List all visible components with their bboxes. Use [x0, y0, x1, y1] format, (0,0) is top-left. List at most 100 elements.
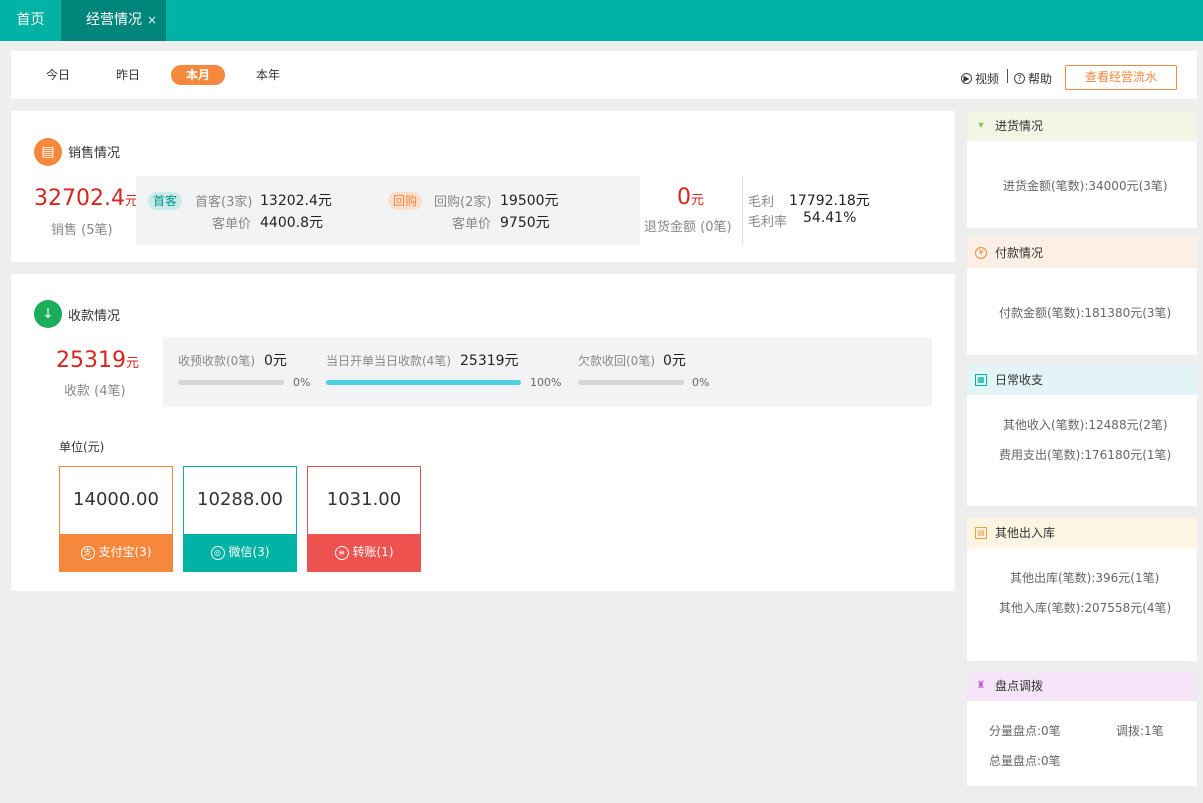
view-business-flow-button[interactable]: 查看经营流水 — [1065, 65, 1177, 90]
wechat-label: 微信(3) — [228, 545, 270, 559]
help-label: 帮助 — [1028, 72, 1053, 86]
cart-icon: ▾ — [978, 120, 984, 131]
repeat-customer-badge: 回购 — [388, 192, 423, 210]
sales-card: ▤ 销售情况 32702.4元 销售 (5笔) 首客 首客(3家) 13202.… — [11, 111, 955, 262]
wechat-box[interactable]: 10288.00 ◎ 微信(3) — [183, 466, 297, 572]
gross-margin-label: 毛利率 — [748, 215, 788, 230]
payment-icon: ¥ — [975, 247, 987, 259]
split-count: 分量盘点:0笔 — [989, 724, 1061, 738]
daily-title: 日常收支 — [995, 373, 1044, 387]
filter-yesterday[interactable]: 昨日 — [111, 65, 145, 85]
alipay-box[interactable]: 14000.00 支支付宝(3) — [59, 466, 173, 572]
tab-home[interactable]: 首页 — [0, 0, 61, 41]
payment-amount: 付款金额(笔数):181380元(3笔) — [999, 306, 1172, 320]
gross-profit-value: 17792.18元 — [789, 193, 870, 209]
collection-title: 收款情况 — [68, 309, 121, 324]
total-count: 总量盘点:0笔 — [989, 754, 1061, 768]
filter-today[interactable]: 今日 — [41, 65, 75, 85]
daily-panel[interactable]: ▦ 日常收支 其他收入(笔数):12488元(2笔) 费用支出(笔数):1761… — [967, 365, 1197, 506]
prepaid-label: 收预收款(0笔) — [178, 354, 255, 368]
purchase-amount: 进货金额(笔数):34000元(3笔) — [1003, 179, 1168, 193]
debt-recovery-percent: 0% — [692, 376, 710, 389]
collection-icon: ↓ — [34, 300, 62, 328]
refund-amount: 0元 — [677, 185, 704, 210]
sales-count-label: 销售 (5笔) — [51, 223, 113, 238]
same-day-value: 25319元 — [460, 353, 519, 369]
inventory-panel[interactable]: ♜ 盘点调拨 分量盘点:0笔 调拨:1笔 总量盘点:0笔 — [967, 671, 1197, 786]
gross-profit-label: 毛利 — [748, 195, 775, 210]
alipay-footer: 支支付宝(3) — [60, 534, 172, 571]
prepaid-progress-bar — [178, 380, 284, 385]
daily-header: ▦ 日常收支 — [967, 365, 1197, 395]
inventory-header: ♜ 盘点调拨 — [967, 671, 1197, 701]
transfer-label: 转账(1) — [352, 545, 394, 559]
video-label: 视频 — [975, 72, 1000, 86]
divider — [742, 176, 743, 245]
payment-panel[interactable]: ¥ 付款情况 付款金额(笔数):181380元(3笔) — [967, 238, 1197, 355]
prepaid-percent: 0% — [293, 376, 311, 389]
repeat-customer-value: 19500元 — [500, 193, 559, 209]
video-link[interactable]: ▶ 视频 — [961, 70, 999, 87]
collection-count-label: 收款 (4笔) — [64, 384, 126, 399]
tab-business-overview[interactable]: 经营情况 × — [61, 0, 166, 41]
wechat-amount: 10288.00 — [197, 489, 283, 510]
transfer-box[interactable]: 1031.00 ≡ 转账(1) — [307, 466, 421, 572]
refund-value: 0 — [677, 185, 691, 210]
first-unit-price-value: 4400.8元 — [260, 215, 323, 231]
sales-icon: ▤ — [34, 138, 62, 166]
same-day-label: 当日开单当日收款(4笔) — [326, 354, 451, 368]
other-income: 其他收入(笔数):12488元(2笔) — [1003, 418, 1168, 432]
first-customer-label: 首客(3家) — [195, 195, 253, 210]
purchase-header: ▾ 进货情况 — [967, 111, 1197, 141]
stock-header: ▤ 其他出入库 — [967, 518, 1197, 548]
close-icon[interactable]: × — [147, 0, 157, 41]
repeat-customer-label: 回购(2家) — [434, 195, 492, 210]
collection-breakdown — [163, 337, 932, 407]
transfer-amount: 1031.00 — [326, 489, 402, 510]
prepaid-value: 0元 — [264, 353, 287, 369]
sales-title: 销售情况 — [68, 146, 121, 161]
transfer-footer: ≡ 转账(1) — [308, 534, 420, 571]
repeat-unit-price-value: 9750元 — [500, 215, 550, 231]
collection-total-value: 25319 — [56, 348, 126, 373]
stock-title: 其他出入库 — [995, 526, 1056, 540]
other-inbound: 其他入库(笔数):207558元(4笔) — [999, 601, 1172, 615]
calendar-icon: ▦ — [975, 374, 987, 386]
top-tab-bar: 首页 经营情况 × — [0, 0, 1203, 41]
stock-panel[interactable]: ▤ 其他出入库 其他出库(笔数):396元(1笔) 其他入库(笔数):20755… — [967, 518, 1197, 661]
customer-breakdown — [136, 176, 640, 245]
debt-recovery-progress-bar — [578, 380, 684, 385]
same-day-percent: 100% — [530, 376, 562, 389]
first-customer-badge: 首客 — [148, 192, 183, 210]
other-outbound: 其他出库(笔数):396元(1笔) — [1010, 571, 1160, 585]
transfer-count: 调拨:1笔 — [1116, 724, 1164, 738]
date-filter-bar: 今日 昨日 本月 本年 ▶ 视频 ? 帮助 查看经营流水 — [11, 51, 1197, 99]
unit-label: 单位(元) — [59, 440, 105, 454]
tab-label: 经营情况 — [86, 12, 142, 28]
purchase-panel[interactable]: ▾ 进货情况 进货金额(笔数):34000元(3笔) — [967, 111, 1197, 228]
alipay-label: 支付宝(3) — [98, 545, 152, 559]
inventory-title: 盘点调拨 — [995, 679, 1044, 693]
sales-total: 32702.4元 — [34, 186, 138, 211]
wechat-footer: ◎ 微信(3) — [184, 534, 296, 571]
gross-margin-value: 54.41% — [803, 210, 857, 226]
inventory-icon: ♜ — [976, 680, 986, 691]
alipay-icon: 支 — [80, 545, 95, 560]
refund-label: 退货金额 (0笔) — [644, 220, 732, 235]
first-customer-value: 13202.4元 — [260, 193, 332, 209]
filter-this-month[interactable]: 本月 — [171, 65, 225, 85]
play-icon: ▶ — [961, 73, 972, 84]
transfer-icon: ≡ — [334, 545, 349, 560]
stock-icon: ▤ — [975, 527, 987, 539]
filter-this-year[interactable]: 本年 — [251, 65, 285, 85]
collection-total: 25319元 — [56, 348, 139, 373]
same-day-progress-bar — [326, 380, 521, 385]
payment-title: 付款情况 — [995, 246, 1044, 260]
divider — [1007, 69, 1008, 83]
wechat-icon: ◎ — [210, 545, 225, 560]
collection-total-unit: 元 — [126, 356, 140, 371]
help-icon: ? — [1014, 73, 1025, 84]
alipay-amount: 14000.00 — [73, 489, 159, 510]
help-link[interactable]: ? 帮助 — [1014, 70, 1052, 87]
expense: 费用支出(笔数):176180元(1笔) — [999, 448, 1172, 462]
